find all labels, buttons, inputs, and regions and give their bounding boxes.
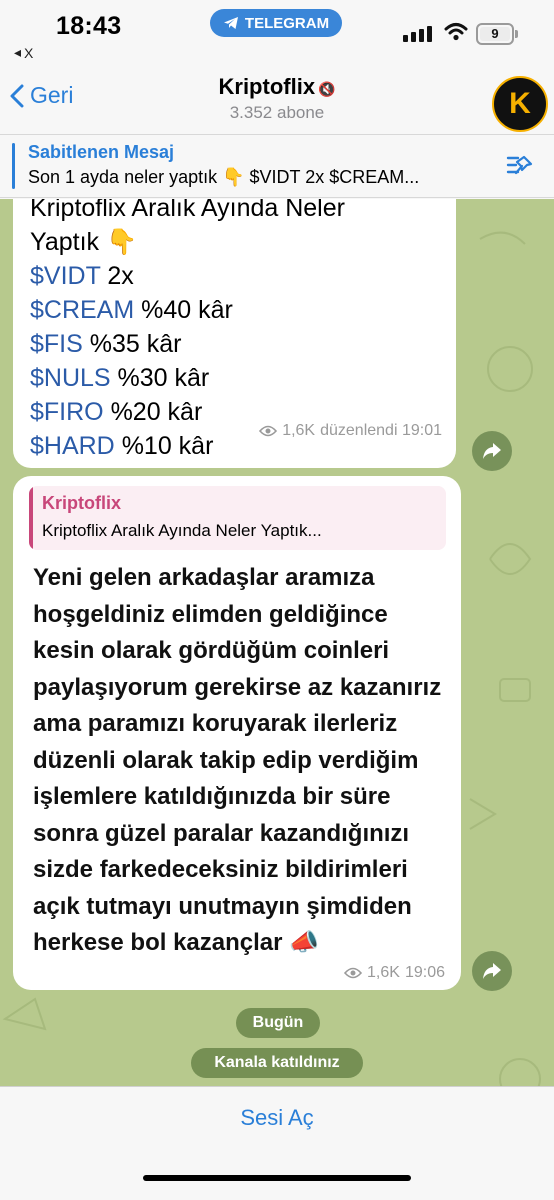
- chat-header: Geri Kriptoflix 🔇 3.352 abone K: [0, 62, 554, 134]
- battery-level: 9: [480, 27, 510, 41]
- pinned-preview: Son 1 ayda neler yaptık 👇 $VIDT 2x $CREA…: [28, 167, 420, 187]
- message-bubble[interactable]: Kriptoflix Aralık Ayında Neler Yaptık 👇 $V…: [13, 199, 456, 468]
- line-text: %10 kâr: [114, 432, 214, 460]
- active-app-pill[interactable]: TELEGRAM: [210, 9, 342, 37]
- muted-icon: 🔇: [318, 81, 336, 97]
- status-bar: 18:43 ◂ X TELEGRAM 9: [0, 0, 554, 62]
- ticker-link[interactable]: $CREAM: [30, 296, 134, 324]
- message-line: Kriptoflix Aralık Ayında Neler: [30, 199, 345, 225]
- telegram-icon: [223, 17, 238, 29]
- pinned-message-banner[interactable]: Sabitlenen Mesaj Son 1 ayda neler yaptık…: [0, 134, 554, 198]
- reply-quote[interactable]: Kriptoflix Kriptoflix Aralık Ayında Nele…: [29, 486, 446, 550]
- pinned-indicator: [12, 143, 15, 189]
- message-line: $NULS %30 kâr: [30, 361, 345, 395]
- channel-title[interactable]: Kriptoflix 🔇: [0, 74, 554, 100]
- view-count: 1,6K: [282, 422, 316, 439]
- message-meta: 1,6K 19:06: [344, 964, 445, 982]
- subscriber-count: 3.352 abone: [229, 103, 325, 122]
- home-indicator: [143, 1175, 411, 1181]
- ticker-link[interactable]: $FIRO: [30, 398, 104, 426]
- forward-arrow-icon: [483, 963, 501, 979]
- line-text: %40 kâr: [134, 296, 233, 324]
- share-button[interactable]: [472, 951, 512, 991]
- wifi-icon: [444, 23, 468, 41]
- ticker-link[interactable]: $VIDT: [30, 262, 100, 290]
- view-count: 1,6K: [367, 964, 400, 981]
- unmute-button[interactable]: Sesi Aç: [0, 1105, 554, 1131]
- cellular-signal-icon: [403, 26, 432, 42]
- pinned-title: Sabitlenen Mesaj: [28, 142, 175, 162]
- message-bubble[interactable]: Kriptoflix Kriptoflix Aralık Ayında Nele…: [13, 476, 461, 990]
- chat-area[interactable]: Kriptoflix Aralık Ayında Neler Yaptık 👇 $V…: [0, 199, 554, 1086]
- active-app-label: TELEGRAM: [244, 14, 330, 32]
- reply-preview: Kriptoflix Aralık Ayında Neler Yaptık...: [42, 521, 322, 540]
- line-text: 2x: [100, 262, 134, 290]
- message-line: Yaptık 👇: [30, 225, 345, 259]
- back-caret-icon: ◂: [14, 44, 22, 60]
- forward-arrow-icon: [483, 443, 501, 459]
- ticker-link[interactable]: $FIS: [30, 330, 83, 358]
- date-separator: Bugün: [236, 1008, 320, 1038]
- message-meta: 1,6K düzenlendi 19:01: [259, 422, 442, 440]
- eye-icon: [344, 967, 363, 979]
- message-edited-time: düzenlendi 19:01: [320, 422, 442, 439]
- message-line: $CREAM %40 kâr: [30, 293, 345, 327]
- battery-icon: 9: [476, 23, 518, 45]
- reply-accent-bar: [29, 486, 33, 550]
- line-text: %20 kâr: [103, 398, 203, 426]
- reply-author: Kriptoflix: [42, 493, 121, 513]
- channel-avatar[interactable]: K: [492, 76, 548, 132]
- back-to-app-link[interactable]: ◂ X: [14, 44, 33, 61]
- message-text: Yeni gelen arkadaşlar aramıza hoşgeldini…: [33, 564, 442, 956]
- avatar-letter: K: [509, 87, 531, 120]
- share-button[interactable]: [472, 431, 512, 471]
- status-time: 18:43: [56, 12, 122, 40]
- message-line: $FIS %35 kâr: [30, 327, 345, 361]
- service-message: Kanala katıldınız: [191, 1048, 363, 1078]
- bottom-bar: Sesi Aç: [0, 1086, 554, 1200]
- eye-icon: [259, 425, 278, 437]
- channel-name: Kriptoflix: [218, 74, 316, 99]
- line-text: Kriptoflix Aralık Ayında Neler: [30, 199, 345, 222]
- ticker-link[interactable]: $NULS: [30, 364, 111, 392]
- message-time: 19:06: [404, 964, 445, 981]
- line-text: Yaptık 👇: [30, 228, 138, 256]
- back-to-app-label: X: [24, 44, 34, 61]
- message-line: $VIDT 2x: [30, 259, 345, 293]
- line-text: %30 kâr: [110, 364, 210, 392]
- ticker-link[interactable]: $HARD: [30, 432, 115, 460]
- line-text: %35 kâr: [82, 330, 182, 358]
- pin-list-icon[interactable]: [505, 153, 535, 179]
